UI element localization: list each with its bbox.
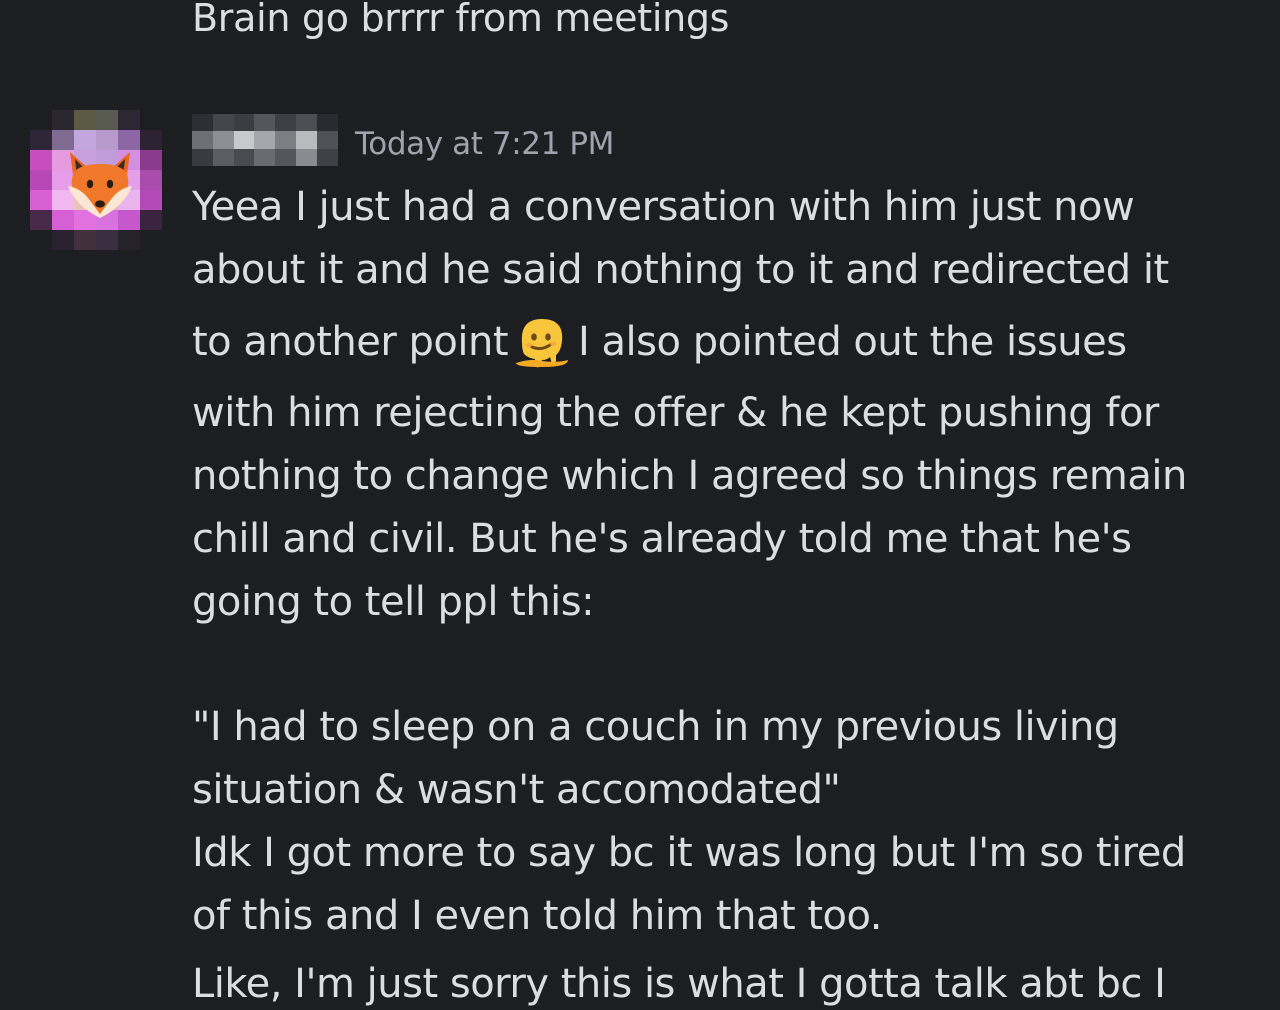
message-timestamp[interactable]: Today at 7:21 PM [355, 124, 614, 164]
message-line: chill and civil. But he's already told m… [192, 516, 1132, 562]
avatar[interactable] [30, 110, 162, 252]
message-paragraph: Yeea I just had a conversation with him … [192, 176, 1232, 634]
previous-message-text: Brain go brrrr from meetings [192, 0, 730, 40]
fox-icon [68, 152, 132, 218]
message-line-partial: Like, I'm just sorry this is what I gott… [192, 961, 1166, 1007]
message-line: Idk I got more to say bc it was long but… [192, 830, 1186, 876]
message-line: Yeea I just had a conversation with him … [192, 184, 1135, 230]
message-line: situation & wasn't accomodated" [192, 767, 841, 813]
message-line: "I had to sleep on a couch in my previou… [192, 704, 1119, 750]
username-redacted[interactable] [192, 114, 338, 166]
message-line-with-emoji: to another point I also pointed out the i… [192, 302, 1232, 382]
message-line: going to tell ppl this: [192, 579, 595, 625]
message-line: nothing to change which I agreed so thin… [192, 453, 1187, 499]
melting-face-icon[interactable] [512, 313, 570, 369]
message-quote-paragraph: "I had to sleep on a couch in my previou… [192, 696, 1232, 948]
message-line: of this and I even told him that too. [192, 893, 883, 939]
message-line: with him rejecting the offer & he kept p… [192, 390, 1159, 436]
message-line: about it and he said nothing to it and r… [192, 247, 1169, 293]
message-content: Yeea I just had a conversation with him … [192, 176, 1232, 948]
message-line-segment: to another point [192, 319, 509, 365]
message-line-segment: I also pointed out the issues [578, 319, 1127, 365]
